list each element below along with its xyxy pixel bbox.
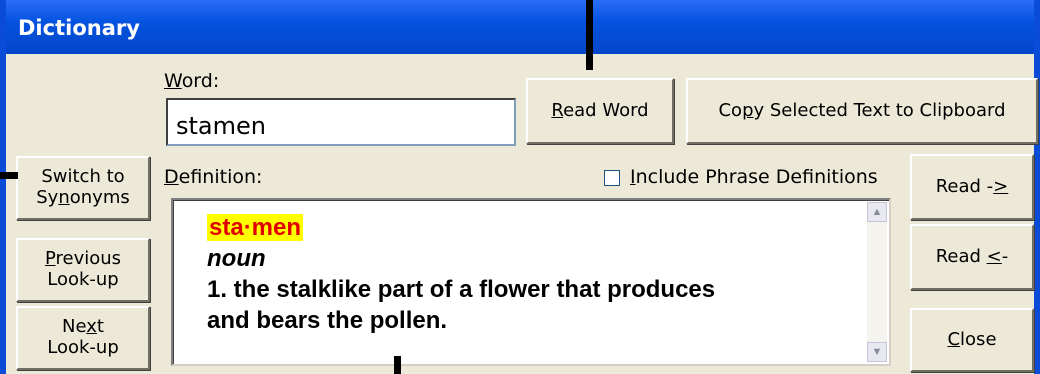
headword: sta·men [207, 214, 304, 241]
close-button[interactable]: Close [910, 308, 1034, 372]
word-input[interactable]: stamen [166, 98, 516, 146]
definition-label: Definition: [164, 166, 263, 188]
callout-line-left [0, 172, 18, 179]
word-label: Word: [164, 70, 220, 92]
definition-sense-line-2: and bears the pollen. [207, 307, 448, 334]
definition-scrollbar[interactable]: ▲ ▼ [867, 202, 887, 362]
callout-line-top [586, 0, 593, 70]
window-title: Dictionary [18, 16, 140, 40]
read-word-button[interactable]: Read Word [526, 78, 674, 144]
dictionary-window: Dictionary Word: stamen Read Word Copy S… [0, 0, 1040, 374]
include-phrase-definitions-checkbox[interactable] [604, 170, 620, 186]
title-bar[interactable]: Dictionary [6, 0, 1034, 54]
previous-lookup-button[interactable]: Previous Look-up [16, 238, 150, 302]
include-phrase-definitions-label[interactable]: Include Phrase Definitions [630, 166, 878, 188]
definition-text-area[interactable]: sta·men noun 1. the stalklike part of a … [171, 198, 891, 366]
scroll-down-arrow-icon[interactable]: ▼ [867, 342, 887, 362]
next-lookup-button[interactable]: Next Look-up [16, 306, 150, 370]
copy-to-clipboard-button[interactable]: Copy Selected Text to Clipboard [686, 78, 1038, 144]
definition-sense-line-1: 1. the stalklike part of a flower that p… [207, 276, 716, 303]
read-forward-button[interactable]: Read -> [910, 154, 1034, 220]
read-back-button[interactable]: Read <- [910, 224, 1034, 290]
definition-content: sta·men noun 1. the stalklike part of a … [207, 212, 715, 336]
callout-line-bottom [394, 356, 401, 374]
part-of-speech: noun [207, 245, 266, 272]
switch-to-synonyms-button[interactable]: Switch to Synonyms [16, 156, 150, 220]
scroll-up-arrow-icon[interactable]: ▲ [867, 202, 887, 222]
